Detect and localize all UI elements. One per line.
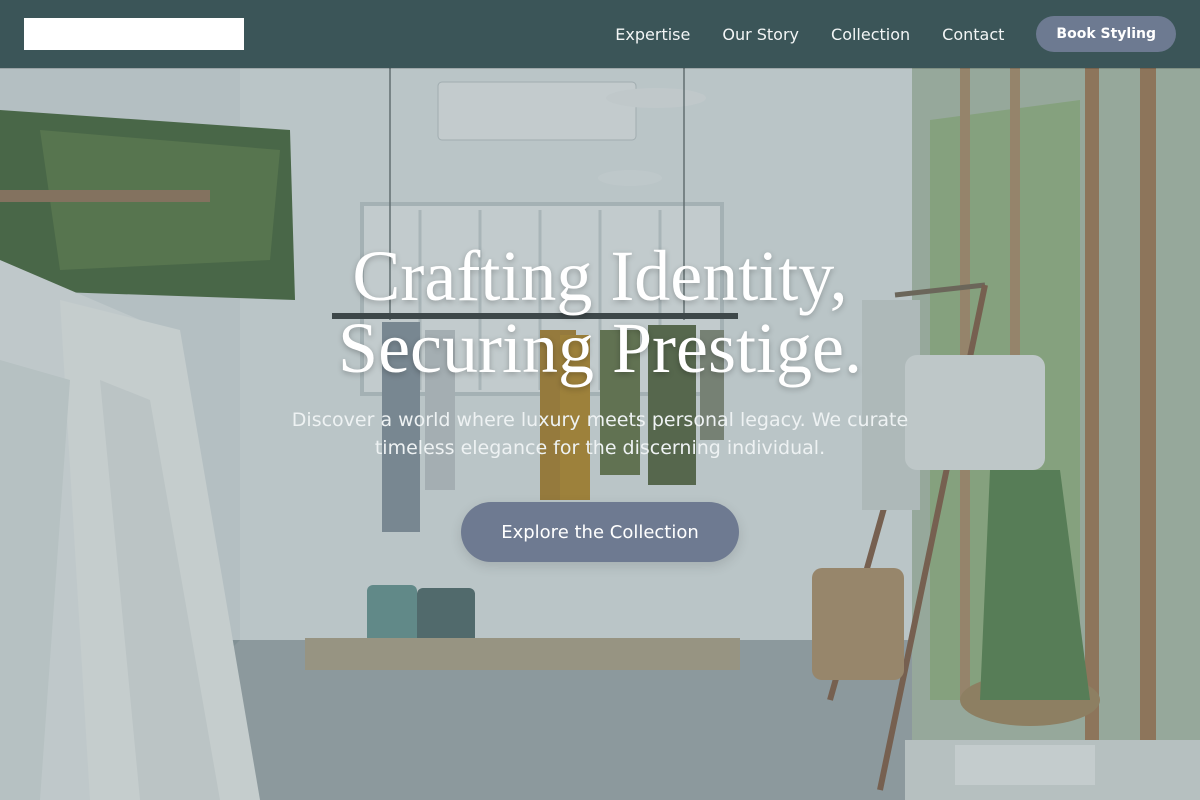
explore-collection-button[interactable]: Explore the Collection [461, 502, 739, 562]
main-navigation: Expertise Our Story Collection Contact B… [615, 0, 1200, 68]
hero-section: Crafting Identity, Securing Prestige. Di… [0, 0, 1200, 800]
hero-title: Crafting Identity, Securing Prestige. [0, 240, 1200, 384]
nav-link-our-story[interactable]: Our Story [722, 25, 799, 44]
book-styling-button[interactable]: Book Styling [1036, 16, 1176, 52]
hero-subtitle: Discover a world where luxury meets pers… [291, 409, 909, 459]
hero-title-line-2: Securing Prestige. [338, 308, 862, 388]
nav-link-collection[interactable]: Collection [831, 25, 910, 44]
nav-link-expertise[interactable]: Expertise [615, 25, 690, 44]
top-navigation-bar: Expertise Our Story Collection Contact B… [0, 0, 1200, 68]
hero-title-line-1: Crafting Identity, [352, 236, 848, 316]
hero-content: Crafting Identity, Securing Prestige. Di… [0, 240, 1200, 562]
logo-placeholder[interactable] [24, 18, 244, 50]
nav-link-contact[interactable]: Contact [942, 25, 1004, 44]
